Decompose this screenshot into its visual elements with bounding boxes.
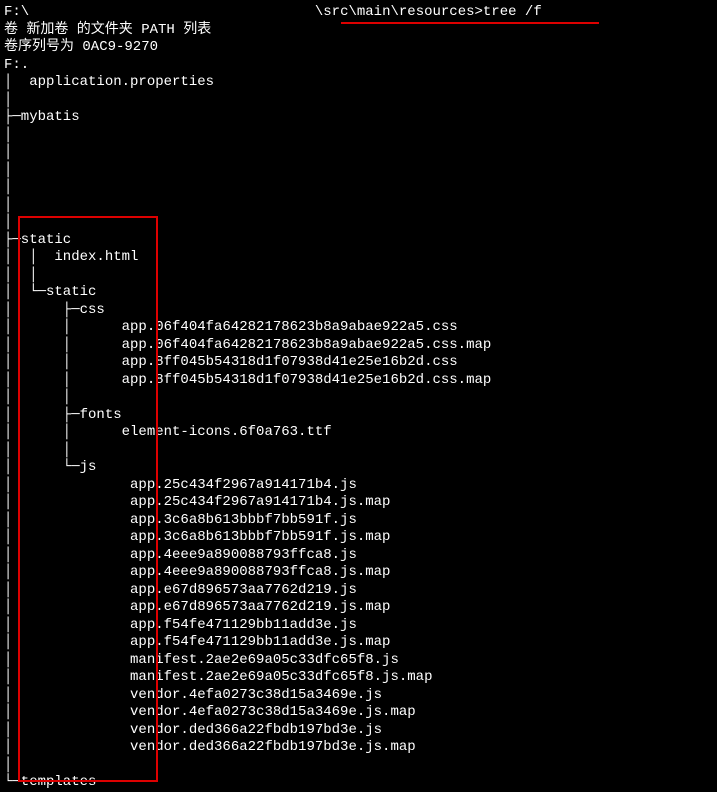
tree-file-entry: │ │ app.8ff045b54318d1f07938d41e25e16b2d… [4,372,717,390]
tree-file-entry: │ │ app.8ff045b54318d1f07938d41e25e16b2d… [4,354,717,372]
tree-file-entry: │ │ index.html [4,249,717,267]
tree-dir-css: │ ├─css [4,302,717,320]
tree-pipe: │ [4,214,717,232]
command-underline-annotation [341,22,599,24]
header-line-3: F:. [4,57,717,75]
tree-file-entry: │ │ app.06f404fa64282178623b8a9abae922a5… [4,319,717,337]
tree-pipe: │ [4,197,717,215]
tree-dir-js: │ └─js [4,459,717,477]
tree-dir-fonts: │ ├─fonts [4,407,717,425]
tree-file-entry: │ app.4eee9a890088793ffca8.js.map [4,564,717,582]
tree-file-entry: │ vendor.4efa0273c38d15a3469e.js.map [4,704,717,722]
tree-file-entry: │ application.properties [4,74,717,92]
tree-file-entry: │ vendor.ded366a22fbdb197bd3e.js [4,722,717,740]
header-line-2: 卷序列号为 0AC9-9270 [4,39,717,57]
tree-file-entry: │ │ app.06f404fa64282178623b8a9abae922a5… [4,337,717,355]
tree-pipe: │ │ [4,442,717,460]
tree-dir-static-nested: │ └─static [4,284,717,302]
tree-file-entry: │ app.3c6a8b613bbbf7bb591f.js.map [4,529,717,547]
tree-pipe: │ [4,92,717,110]
tree-file-entry: │ app.e67d896573aa7762d219.js.map [4,599,717,617]
tree-file-entry: │ app.f54fe471129bb11add3e.js [4,617,717,635]
tree-file-entry: │ manifest.2ae2e69a05c33dfc65f8.js [4,652,717,670]
tree-file-entry: │ app.25c434f2967a914171b4.js.map [4,494,717,512]
tree-file-entry: │ app.f54fe471129bb11add3e.js.map [4,634,717,652]
tree-file-entry: │ app.3c6a8b613bbbf7bb591f.js [4,512,717,530]
tree-pipe: │ [4,757,717,775]
tree-pipe: │ [4,127,717,145]
header-line-1: 卷 新加卷 的文件夹 PATH 列表 [4,22,717,40]
tree-pipe: │ [4,162,717,180]
tree-pipe: │ [4,144,717,162]
tree-file-entry: │ vendor.ded366a22fbdb197bd3e.js.map [4,739,717,757]
tree-file-entry: │ app.25c434f2967a914171b4.js [4,477,717,495]
tree-dir-templates: └─templates [4,774,717,792]
tree-dir-static: ├─static [4,232,717,250]
tree-file-entry: │ │ element-icons.6f0a763.ttf [4,424,717,442]
tree-pipe: │ [4,179,717,197]
drive-label: F:\ [4,4,29,20]
command-prompt-line: F:\ \src\main\resources>tree /f [4,4,717,22]
tree-command: tree /f [483,4,542,20]
tree-file-entry: │ vendor.4efa0273c38d15a3469e.js [4,687,717,705]
tree-pipe: │ │ [4,389,717,407]
tree-file-entry: │ manifest.2ae2e69a05c33dfc65f8.js.map [4,669,717,687]
tree-file-entry: │ app.e67d896573aa7762d219.js [4,582,717,600]
tree-dir-mybatis: ├─mybatis [4,109,717,127]
path-suffix: \src\main\resources> [315,4,483,20]
tree-file-entry: │ app.4eee9a890088793ffca8.js [4,547,717,565]
tree-pipe: │ │ [4,267,717,285]
